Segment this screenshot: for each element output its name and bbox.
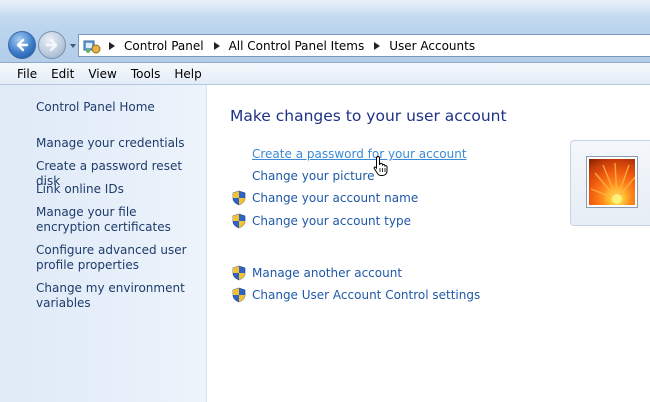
back-button[interactable] — [8, 31, 36, 59]
chevron-right-icon[interactable] — [212, 41, 222, 51]
manage-another-account-link[interactable]: Manage another account — [252, 266, 402, 280]
breadcrumb-all-items[interactable]: All Control Panel Items — [229, 39, 365, 53]
arrow-right-icon — [45, 38, 58, 52]
navigation-buttons — [8, 31, 78, 61]
menu-help[interactable]: Help — [167, 63, 208, 85]
menu-file[interactable]: File — [10, 63, 44, 85]
chevron-right-icon[interactable] — [107, 41, 117, 51]
menu-view[interactable]: View — [81, 63, 123, 85]
uac-shield-icon — [232, 213, 246, 229]
environment-variables-link[interactable]: Change my environment variables — [36, 281, 204, 311]
change-picture-link[interactable]: Change your picture — [252, 169, 374, 183]
uac-shield-icon — [232, 265, 246, 281]
flower-image — [589, 159, 635, 205]
control-panel-icon — [83, 38, 101, 54]
chevron-right-icon[interactable] — [372, 41, 382, 51]
breadcrumb-control-panel[interactable]: Control Panel — [124, 39, 204, 53]
main-content: Make changes to your user account Create… — [207, 85, 650, 402]
link-online-ids-link[interactable]: Link online IDs — [36, 182, 204, 197]
change-account-name-link[interactable]: Change your account name — [252, 191, 418, 205]
recent-pages-dropdown[interactable] — [68, 41, 78, 51]
create-password-link[interactable]: Create a password for your account — [252, 147, 467, 161]
account-picture-panel — [570, 140, 650, 226]
menu-bar: File Edit View Tools Help — [0, 63, 650, 85]
task-pane: Control Panel Home Manage your credentia… — [0, 85, 207, 402]
uac-shield-icon — [232, 287, 246, 303]
menu-edit[interactable]: Edit — [44, 63, 81, 85]
arrow-left-icon — [16, 38, 29, 52]
change-account-type-link[interactable]: Change your account type — [252, 214, 411, 228]
menu-tools[interactable]: Tools — [124, 63, 168, 85]
manage-credentials-link[interactable]: Manage your credentials — [36, 136, 204, 151]
window-toolbar: Control Panel All Control Panel Items Us… — [0, 0, 650, 63]
page-title: Make changes to your user account — [230, 107, 507, 125]
advanced-profile-link[interactable]: Configure advanced user profile properti… — [36, 243, 204, 273]
address-bar[interactable]: Control Panel All Control Panel Items Us… — [78, 34, 650, 57]
forward-button[interactable] — [38, 31, 66, 59]
breadcrumb-user-accounts[interactable]: User Accounts — [389, 39, 475, 53]
uac-shield-icon — [232, 190, 246, 206]
frame-glass — [0, 0, 650, 16]
control-panel-home-link[interactable]: Control Panel Home — [36, 100, 204, 115]
uac-settings-link[interactable]: Change User Account Control settings — [252, 288, 480, 302]
file-encryption-link[interactable]: Manage your file encryption certificates — [36, 205, 204, 235]
account-picture — [586, 156, 638, 208]
